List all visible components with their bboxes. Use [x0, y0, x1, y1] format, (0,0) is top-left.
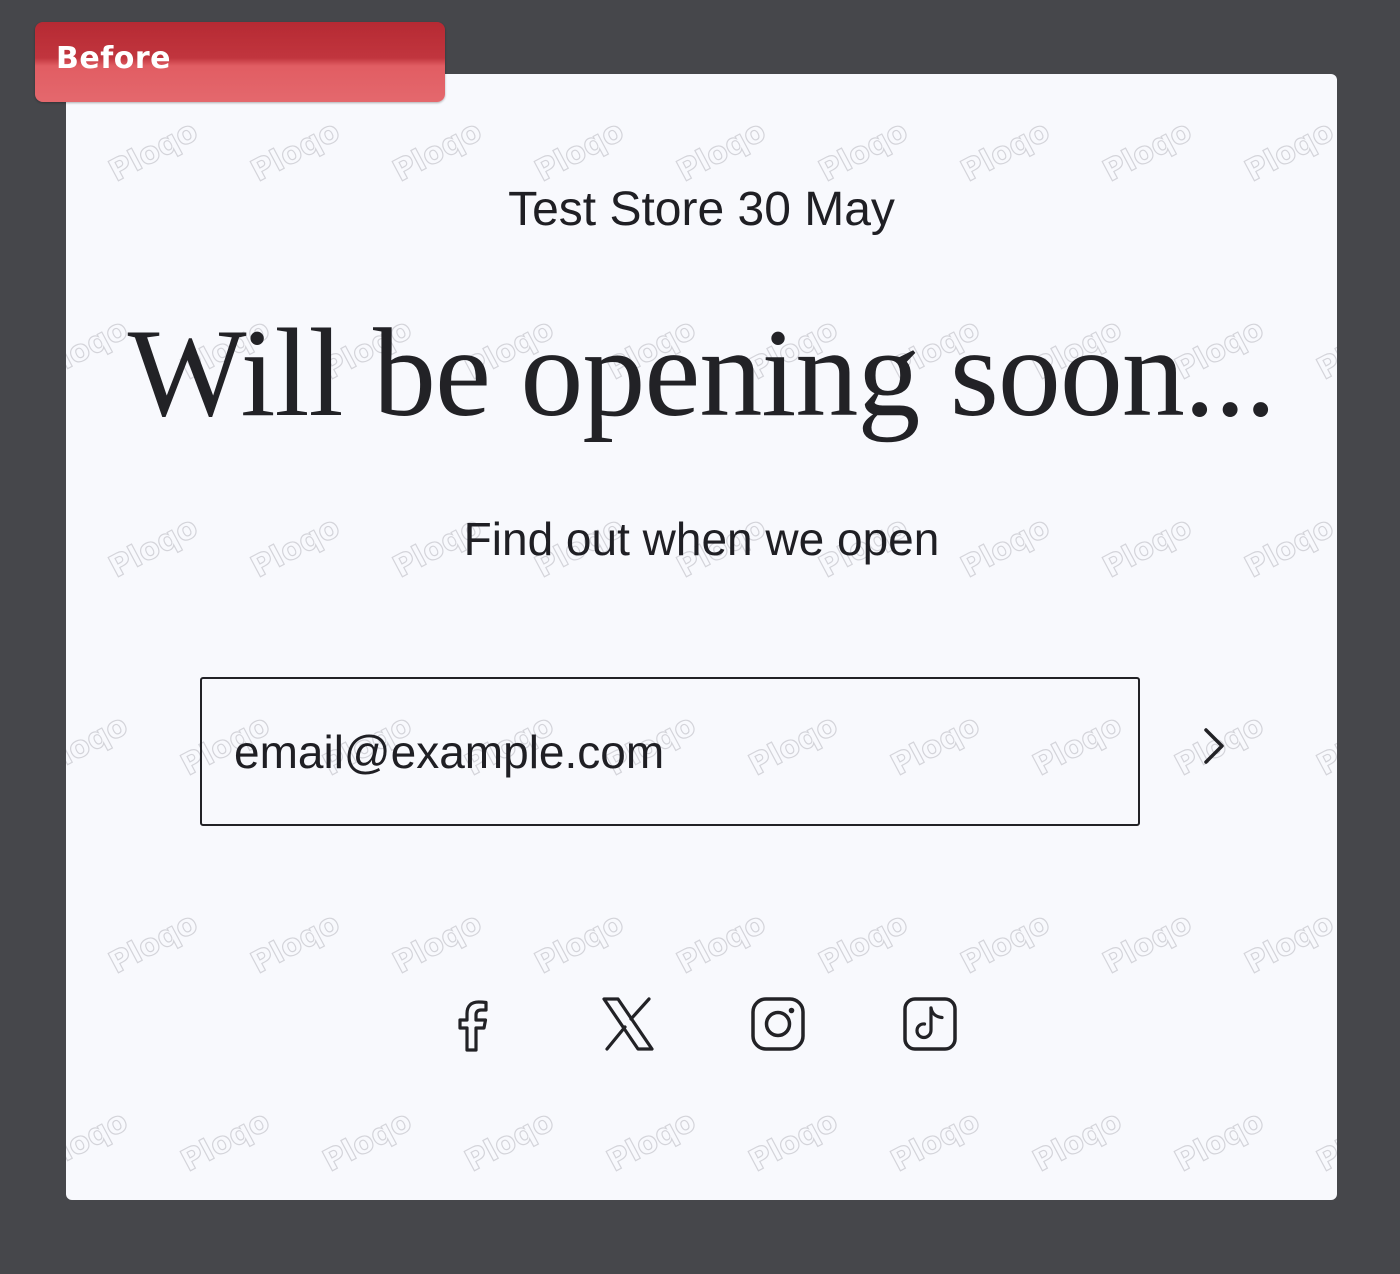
watermark-text: Ploqo — [813, 905, 914, 982]
watermark-text: Ploqo — [387, 905, 488, 982]
instagram-icon[interactable] — [748, 994, 808, 1054]
watermark-text: Ploqo — [671, 905, 772, 982]
email-field[interactable] — [234, 717, 1094, 787]
chevron-right-icon[interactable] — [1194, 724, 1234, 768]
before-badge: Before — [35, 22, 445, 102]
store-name: Test Store 30 May — [508, 183, 895, 236]
coming-soon-card: Ploqo Ploqo Ploqo Ploqo Ploqo Ploqo Ploqo Ploqo… — [66, 74, 1337, 1200]
facebook-icon[interactable] — [442, 994, 502, 1054]
watermark-text: Ploqo — [1097, 905, 1198, 982]
watermark-text: Ploqo — [1311, 707, 1337, 784]
watermark-text: Ploqo — [671, 113, 772, 190]
watermark-text: Ploqo — [1027, 1103, 1128, 1180]
watermark-text: Ploqo — [387, 113, 488, 190]
watermark-text: Ploqo — [103, 905, 204, 982]
watermark-text: Ploqo — [529, 905, 630, 982]
watermark-text: Ploqo — [1311, 1103, 1337, 1180]
before-badge-label: Before — [56, 41, 172, 76]
watermark-text: Ploqo — [955, 113, 1056, 190]
watermark-text: Ploqo — [245, 113, 346, 190]
watermark-text: Ploqo — [529, 113, 630, 190]
watermark-text: Ploqo — [459, 1103, 560, 1180]
watermark-text: Ploqo — [1239, 113, 1337, 190]
watermark-text: Ploqo — [601, 1103, 702, 1180]
watermark-text: Ploqo — [175, 1103, 276, 1180]
watermark-text: Ploqo — [1239, 905, 1337, 982]
x-icon[interactable] — [598, 994, 658, 1054]
watermark-text: Ploqo — [955, 905, 1056, 982]
signup-subtitle: Find out when we open — [463, 513, 940, 565]
watermark-text: Ploqo — [1169, 1103, 1270, 1180]
watermark-text: Ploqo — [1097, 113, 1198, 190]
watermark-text: Ploqo — [743, 1103, 844, 1180]
watermark-text: Ploqo — [245, 905, 346, 982]
email-field-box[interactable] — [200, 677, 1140, 826]
tiktok-icon[interactable] — [900, 994, 960, 1054]
watermark-text: Ploqo — [317, 1103, 418, 1180]
watermark-text: Ploqo — [66, 1103, 134, 1180]
watermark-text: Ploqo — [66, 707, 134, 784]
page-title: Will be opening soon... — [127, 304, 1277, 443]
watermark-text: Ploqo — [885, 1103, 986, 1180]
watermark-layer: Ploqo Ploqo Ploqo Ploqo Ploqo Ploqo Ploqo Ploqo… — [66, 74, 1337, 1200]
watermark-text: Ploqo — [103, 113, 204, 190]
watermark-text: Ploqo — [813, 113, 914, 190]
